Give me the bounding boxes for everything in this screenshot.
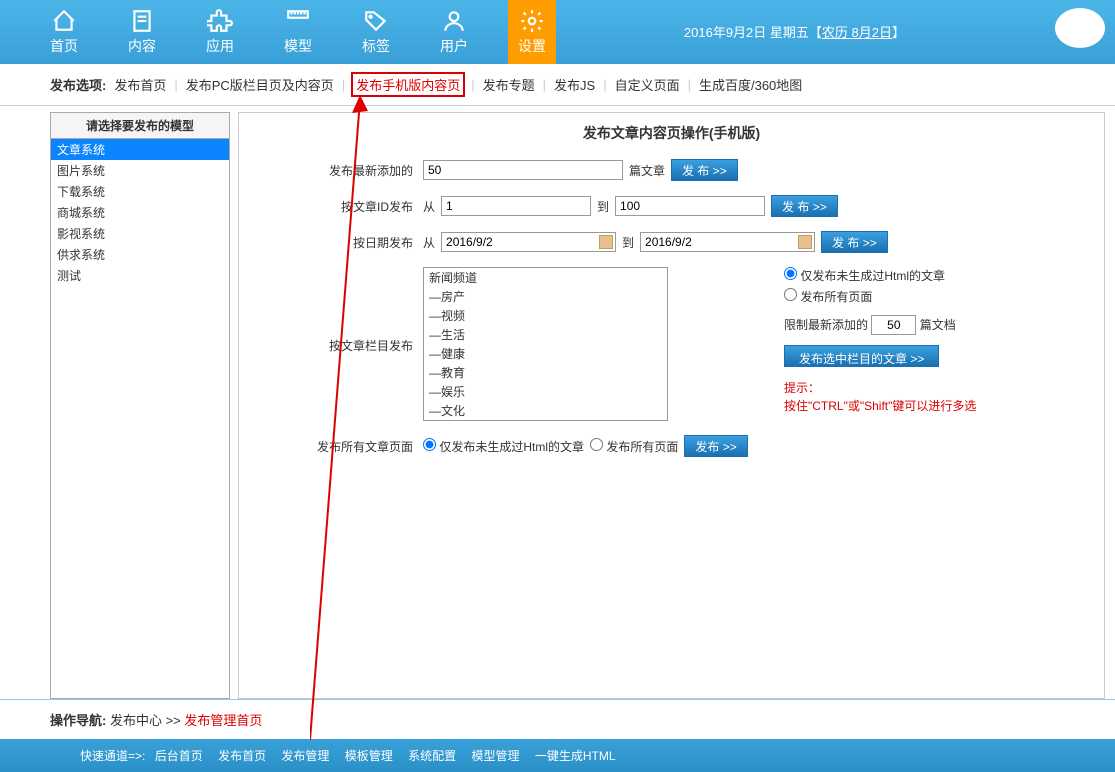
nav-app[interactable]: 应用 (196, 0, 244, 64)
quick-template-mgmt[interactable]: 模板管理 (345, 749, 393, 763)
home-icon (51, 8, 77, 34)
top-date: 2016年9月2日 星期五【农历 8月2日】 (684, 22, 905, 41)
lunar-link[interactable]: 农历 8月2日 (822, 25, 892, 40)
label-by-id: 按文章ID发布 (253, 195, 423, 215)
nav-content[interactable]: 内容 (118, 0, 166, 64)
link-publish-mgmt-home[interactable]: 发布管理首页 (184, 713, 262, 728)
btn-publish-latest[interactable]: 发 布 >> (671, 159, 738, 181)
quick-model-mgmt[interactable]: 模型管理 (472, 749, 520, 763)
user-icon (441, 8, 467, 34)
label-publish-all: 发布所有文章页面 (253, 435, 423, 455)
list-item[interactable]: —生活 (424, 325, 667, 344)
sidebar-title: 请选择要发布的模型 (50, 112, 230, 139)
tab-publish-pc[interactable]: 发布PC版栏目页及内容页 (184, 75, 336, 94)
tab-publish-js[interactable]: 发布JS (552, 75, 597, 94)
tabs-label: 发布选项: (50, 75, 106, 94)
list-item[interactable]: —经济 (424, 420, 667, 421)
input-latest-count[interactable] (423, 160, 623, 180)
hint-text: 提示： 按住"CTRL"或"Shift"键可以进行多选 (784, 379, 976, 415)
row-publish-latest: 发布最新添加的 篇文章 发 布 >> (253, 159, 1090, 181)
list-item[interactable]: —视频 (424, 306, 667, 325)
suffix-latest: 篇文章 (629, 162, 665, 179)
btn-publish-by-date[interactable]: 发 布 >> (821, 231, 888, 253)
sidebar-item-supply[interactable]: 供求系统 (51, 244, 229, 265)
list-item[interactable]: —教育 (424, 363, 667, 382)
ruler-icon (285, 8, 311, 34)
gear-icon (519, 8, 545, 34)
list-item[interactable]: —文化 (424, 401, 667, 420)
main-panel: 发布文章内容页操作(手机版) 发布最新添加的 篇文章 发 布 >> 按文章ID发… (238, 112, 1105, 699)
tag-icon (363, 8, 389, 34)
sidebar-item-image[interactable]: 图片系统 (51, 160, 229, 181)
list-item[interactable]: 新闻频道 (424, 268, 667, 287)
panel-title: 发布文章内容页操作(手机版) (253, 123, 1090, 143)
operation-nav: 操作导航: 发布中心 >> 发布管理首页 (0, 699, 1115, 739)
main-nav: 首页 内容 应用 模型 标签 用户 设置 (40, 0, 556, 64)
list-item[interactable]: —房产 (424, 287, 667, 306)
quick-admin-home[interactable]: 后台首页 (155, 749, 203, 763)
puzzle-icon (207, 8, 233, 34)
row-publish-all: 发布所有文章页面 仅发布未生成过Html的文章 发布所有页面 发布 >> (253, 435, 1090, 457)
nav-home[interactable]: 首页 (40, 0, 88, 64)
quick-access-bar: 快速通道=>: 后台首页 发布首页 发布管理 模板管理 系统配置 模型管理 一键… (0, 739, 1115, 772)
input-id-from[interactable] (441, 196, 591, 216)
label-latest: 发布最新添加的 (253, 159, 423, 179)
btn-publish-selected-column[interactable]: 发布选中栏目的文章 >> (784, 345, 939, 367)
btn-publish-all[interactable]: 发布 >> (684, 435, 747, 457)
tab-custom-page[interactable]: 自定义页面 (613, 75, 682, 94)
sidebar-item-article[interactable]: 文章系统 (51, 139, 229, 160)
quick-publish-home[interactable]: 发布首页 (218, 749, 266, 763)
quick-gen-html[interactable]: 一键生成HTML (535, 749, 616, 763)
list-item[interactable]: —娱乐 (424, 382, 667, 401)
radio-all-pages2[interactable]: 发布所有页面 (590, 438, 678, 455)
nav-model[interactable]: 模型 (274, 0, 322, 64)
btn-publish-by-id[interactable]: 发 布 >> (771, 195, 838, 217)
calendar-icon[interactable] (599, 235, 613, 249)
column-listbox[interactable]: 新闻频道 —房产 —视频 —生活 —健康 —教育 —娱乐 —文化 —经济 —社会 (423, 267, 668, 421)
document-icon (129, 8, 155, 34)
quick-publish-mgmt[interactable]: 发布管理 (281, 749, 329, 763)
nav-tag[interactable]: 标签 (352, 0, 400, 64)
quick-system-config[interactable]: 系统配置 (408, 749, 456, 763)
row-publish-by-id: 按文章ID发布 从 到 发 布 >> (253, 195, 1090, 217)
list-item[interactable]: —健康 (424, 344, 667, 363)
radio-all-pages[interactable]: 发布所有页面 (784, 288, 976, 305)
tab-publish-home[interactable]: 发布首页 (112, 75, 168, 94)
radio-all-only-new[interactable]: 仅发布未生成过Html的文章 (423, 438, 584, 455)
tab-publish-topic[interactable]: 发布专题 (481, 75, 537, 94)
label-by-column: 按文章栏目发布 (253, 267, 423, 354)
row-publish-by-date: 按日期发布 从 到 发 布 >> (253, 231, 1090, 253)
top-navbar: 首页 内容 应用 模型 标签 用户 设置 2016年9月2日 星期五【农历 8月… (0, 0, 1115, 64)
radio-only-new-html[interactable]: 仅发布未生成过Html的文章 (784, 267, 976, 284)
sidebar-item-video[interactable]: 影视系统 (51, 223, 229, 244)
label-by-date: 按日期发布 (253, 231, 423, 251)
sidebar-item-shop[interactable]: 商城系统 (51, 202, 229, 223)
sidebar-item-test[interactable]: 测试 (51, 265, 229, 286)
input-date-from[interactable] (441, 232, 616, 252)
calendar-icon[interactable] (798, 235, 812, 249)
sidebar-item-download[interactable]: 下载系统 (51, 181, 229, 202)
sidebar-list: 文章系统 图片系统 下载系统 商城系统 影视系统 供求系统 测试 (50, 139, 230, 699)
cloud-icon (1055, 8, 1105, 48)
nav-user[interactable]: 用户 (430, 0, 478, 64)
input-limit[interactable] (871, 315, 916, 335)
publish-tabs: 发布选项: 发布首页| 发布PC版栏目页及内容页| 发布手机版内容页| 发布专题… (0, 64, 1115, 106)
tab-publish-mobile[interactable]: 发布手机版内容页 (351, 72, 465, 97)
model-sidebar: 请选择要发布的模型 文章系统 图片系统 下载系统 商城系统 影视系统 供求系统 … (50, 112, 230, 699)
tab-sitemap[interactable]: 生成百度/360地图 (697, 75, 804, 94)
input-id-to[interactable] (615, 196, 765, 216)
input-date-to[interactable] (640, 232, 815, 252)
row-publish-by-column: 按文章栏目发布 新闻频道 —房产 —视频 —生活 —健康 —教育 —娱乐 —文化… (253, 267, 1090, 421)
nav-settings[interactable]: 设置 (508, 0, 556, 64)
